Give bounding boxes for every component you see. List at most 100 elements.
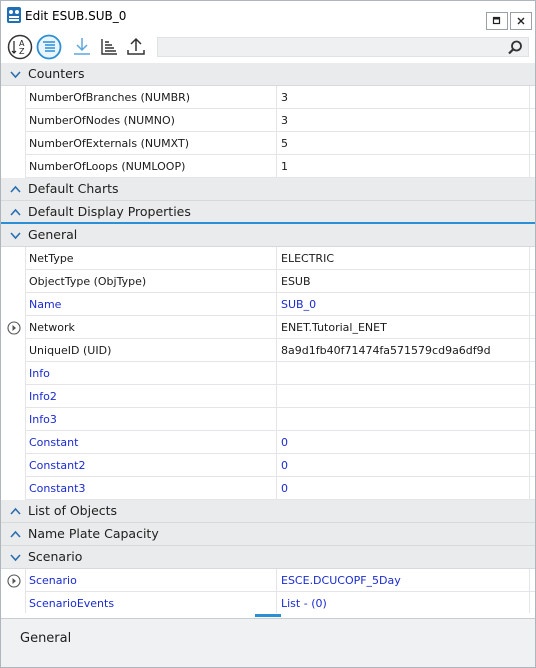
property-row[interactable]: UniqueID (UID) 8a9d1fb40f71474fa571579cd… (1, 339, 535, 362)
upload-icon (127, 37, 145, 55)
property-value[interactable]: 5 (281, 137, 288, 150)
category-general[interactable]: General (1, 224, 535, 247)
property-row[interactable]: NumberOfNodes (NUMNO) 3 (1, 109, 535, 132)
property-name: NumberOfLoops (NUMLOOP) (29, 160, 186, 173)
row-edge (529, 431, 530, 454)
property-row[interactable]: ObjectType (ObjType) ESUB (1, 270, 535, 293)
chevron-up-icon[interactable] (10, 185, 21, 194)
property-name: NumberOfExternals (NUMXT) (29, 137, 189, 150)
property-row[interactable]: ScenarioEvents List - (0) (1, 592, 535, 613)
name-cell: Scenario (25, 569, 277, 592)
property-row[interactable]: Info2 (1, 385, 535, 408)
sort-columns-icon (101, 39, 117, 55)
property-name: NetType (29, 252, 74, 265)
category-counters[interactable]: Counters (1, 63, 535, 86)
row-gutter (1, 454, 25, 477)
property-row[interactable]: NetType ELECTRIC (1, 247, 535, 270)
row-gutter (1, 316, 25, 339)
chevron-down-icon[interactable] (10, 70, 21, 79)
category-name-plate-capacity[interactable]: Name Plate Capacity (1, 523, 535, 546)
description-title: General (20, 631, 72, 646)
close-icon (517, 17, 525, 25)
property-value[interactable]: 0 (281, 459, 288, 472)
download-button[interactable] (69, 34, 95, 60)
property-row[interactable]: Name SUB_0 (1, 293, 535, 316)
property-value[interactable]: 3 (281, 91, 288, 104)
search-input[interactable] (162, 39, 502, 55)
splitter-grip[interactable] (255, 614, 281, 617)
name-cell: NumberOfNodes (NUMNO) (25, 109, 277, 132)
name-cell: Constant3 (25, 477, 277, 500)
close-button[interactable] (510, 12, 532, 30)
name-cell: NumberOfBranches (NUMBR) (25, 86, 277, 109)
property-row[interactable]: Info (1, 362, 535, 385)
category-label: Counters (28, 66, 85, 81)
property-value[interactable]: SUB_0 (281, 298, 316, 311)
property-row[interactable]: Info3 (1, 408, 535, 431)
property-grid: Counters NumberOfBranches (NUMBR) 3 Numb… (1, 63, 535, 613)
restore-button[interactable] (486, 12, 508, 30)
property-row[interactable]: Network ENET.Tutorial_ENET (1, 316, 535, 339)
category-list-of-objects[interactable]: List of Objects (1, 500, 535, 523)
property-row[interactable]: NumberOfBranches (NUMBR) 3 (1, 86, 535, 109)
chevron-up-icon[interactable] (10, 530, 21, 539)
property-value[interactable]: 0 (281, 482, 288, 495)
search-box[interactable] (157, 37, 529, 57)
property-row[interactable]: Constant2 0 (1, 454, 535, 477)
toolbar: A Z (1, 31, 535, 63)
category-scenario[interactable]: Scenario (1, 546, 535, 569)
category-default-charts[interactable]: Default Charts (1, 178, 535, 201)
category-label: General (28, 227, 78, 242)
chevron-down-icon[interactable] (10, 553, 21, 562)
sort-columns-button[interactable] (96, 34, 122, 60)
property-row[interactable]: NumberOfLoops (NUMLOOP) 1 (1, 155, 535, 178)
property-name: ScenarioEvents (29, 597, 115, 610)
property-value[interactable]: ESUB (281, 275, 311, 288)
row-gutter (1, 477, 25, 500)
name-cell: Info (25, 362, 277, 385)
row-gutter (1, 592, 25, 613)
property-value[interactable]: 0 (281, 436, 288, 449)
property-value[interactable]: 1 (281, 160, 288, 173)
sort-alphabetical-button[interactable]: A Z (7, 34, 33, 60)
property-value[interactable]: 3 (281, 114, 288, 127)
chevron-up-icon[interactable] (10, 208, 21, 217)
category-label: Default Charts (28, 181, 119, 196)
name-cell: Constant (25, 431, 277, 454)
chevron-down-icon[interactable] (10, 231, 21, 240)
property-value[interactable]: ESCE.DCUCOPF_5Day (281, 574, 401, 587)
upload-button[interactable] (123, 34, 149, 60)
row-edge (529, 362, 530, 385)
categorized-button[interactable] (36, 34, 62, 60)
property-name: Constant2 (29, 459, 86, 472)
property-name: UniqueID (UID) (29, 344, 112, 357)
chevron-up-icon[interactable] (10, 507, 21, 516)
navigate-icon[interactable] (7, 321, 21, 335)
property-row[interactable]: Scenario ESCE.DCUCOPF_5Day (1, 569, 535, 592)
name-cell: ObjectType (ObjType) (25, 270, 277, 293)
property-row[interactable]: NumberOfExternals (NUMXT) 5 (1, 132, 535, 155)
name-cell: NumberOfLoops (NUMLOOP) (25, 155, 277, 178)
window-title: Edit ESUB.SUB_0 (25, 9, 127, 23)
navigate-icon[interactable] (7, 574, 21, 588)
categorized-icon (36, 34, 62, 60)
category-default-display-properties[interactable]: Default Display Properties (1, 201, 535, 224)
property-row[interactable]: Constant3 0 (1, 477, 535, 500)
row-edge (529, 293, 530, 316)
row-edge (529, 454, 530, 477)
category-label: Name Plate Capacity (28, 526, 159, 541)
search-icon[interactable] (506, 39, 524, 57)
property-name: Constant3 (29, 482, 86, 495)
property-name: NumberOfBranches (NUMBR) (29, 91, 191, 104)
row-edge (529, 109, 530, 132)
row-gutter (1, 431, 25, 454)
property-value[interactable]: 8a9d1fb40f71474fa571579cd9a6df9d (281, 344, 491, 357)
property-value[interactable]: List - (0) (281, 597, 327, 610)
property-name: Info (29, 367, 50, 380)
property-row[interactable]: Constant 0 (1, 431, 535, 454)
property-value[interactable]: ELECTRIC (281, 252, 334, 265)
property-value[interactable]: ENET.Tutorial_ENET (281, 321, 387, 334)
property-name: ObjectType (ObjType) (29, 275, 147, 288)
property-name: Scenario (29, 574, 77, 587)
name-cell: NumberOfExternals (NUMXT) (25, 132, 277, 155)
